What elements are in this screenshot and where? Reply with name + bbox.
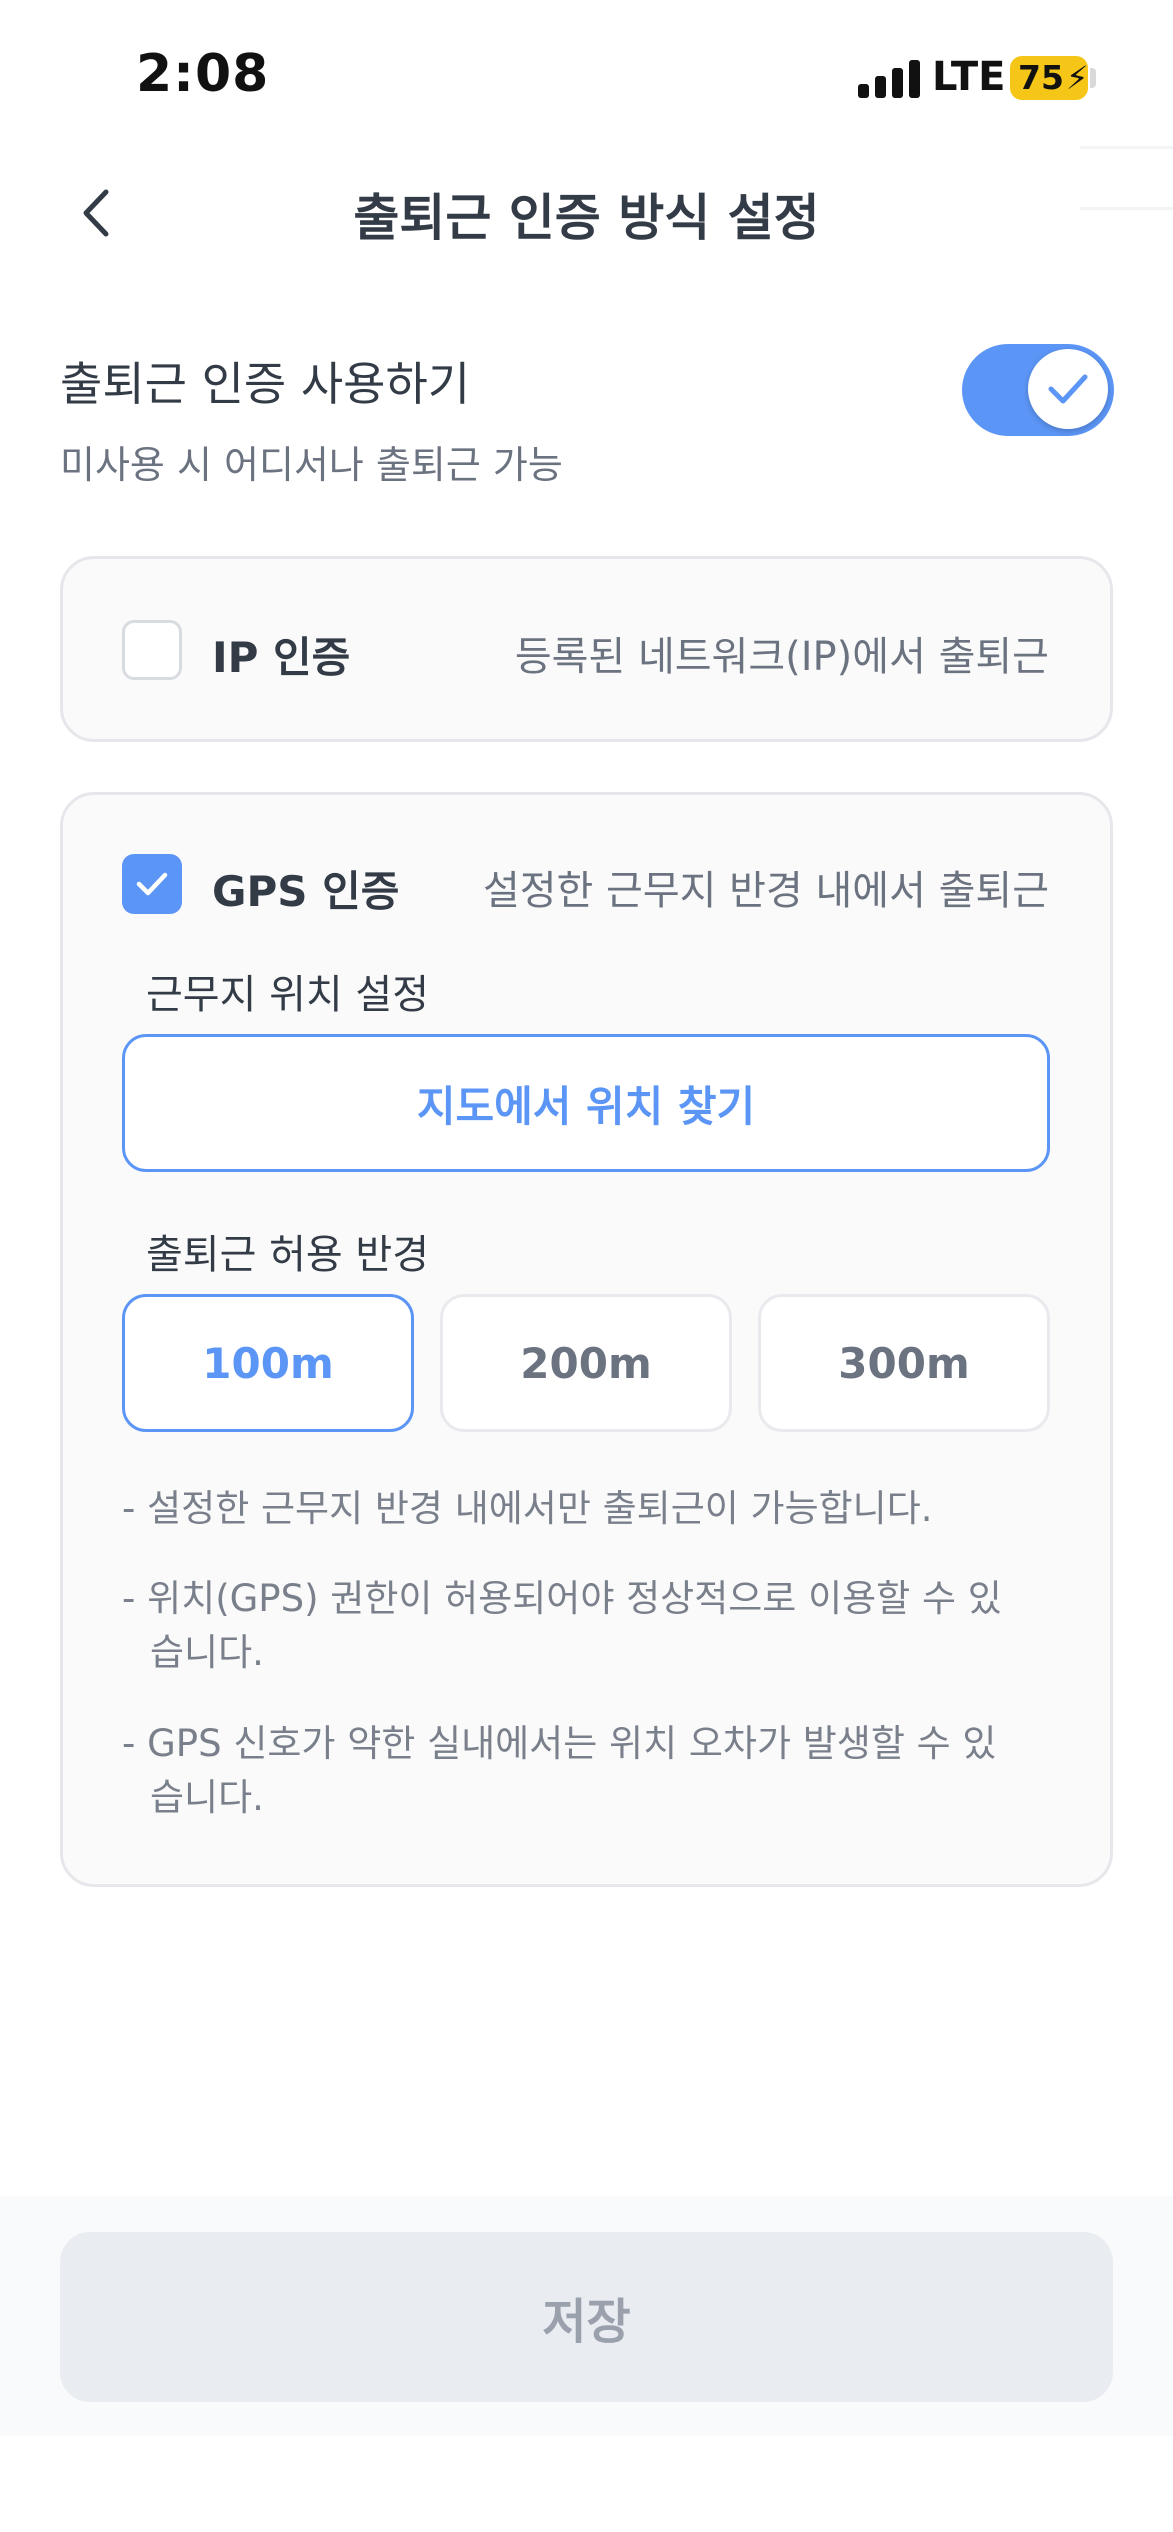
auth-toggle-description: 미사용 시 어디서나 출퇴근 가능 bbox=[60, 443, 563, 487]
toggle-knob bbox=[1028, 349, 1108, 429]
network-label: LTE bbox=[932, 54, 1006, 100]
gps-note-text: - 설정한 근무지 반경 내에서만 출퇴근이 가능합니다. bbox=[122, 1487, 933, 1530]
save-button[interactable]: 저장 bbox=[60, 2232, 1113, 2402]
battery-cap bbox=[1090, 68, 1096, 88]
signal-icon bbox=[858, 60, 920, 98]
gps-note: - 설정한 근무지 반경 내에서만 출퇴근이 가능합니다. bbox=[122, 1482, 1022, 1536]
work-location-label: 근무지 위치 설정 bbox=[146, 972, 430, 1018]
auth-toggle-title: 출퇴근 인증 사용하기 bbox=[60, 357, 471, 411]
charging-icon: ⚡ bbox=[1066, 59, 1089, 97]
auth-toggle-switch[interactable] bbox=[962, 344, 1114, 436]
radius-option-300m[interactable]: 300m bbox=[758, 1294, 1050, 1432]
gps-auth-description: 설정한 근무지 반경 내에서 출퇴근 bbox=[482, 868, 1049, 914]
check-icon bbox=[136, 872, 168, 896]
gps-auth-checkbox[interactable] bbox=[122, 854, 182, 914]
gps-note-text: - GPS 신호가 약한 실내에서는 위치 오차가 발생할 수 있습니다. bbox=[122, 1722, 997, 1819]
find-location-on-map-button[interactable]: 지도에서 위치 찾기 bbox=[122, 1034, 1050, 1172]
radius-option-100m[interactable]: 100m bbox=[122, 1294, 414, 1432]
gps-note: - GPS 신호가 약한 실내에서는 위치 오차가 발생할 수 있습니다. bbox=[122, 1717, 1002, 1825]
status-time: 2:08 bbox=[136, 44, 270, 104]
check-icon bbox=[1048, 374, 1088, 404]
battery-icon: 75 ⚡ bbox=[1010, 56, 1088, 100]
battery-level: 75 bbox=[1018, 58, 1064, 97]
page-title: 출퇴근 인증 방식 설정 bbox=[353, 189, 820, 247]
radius-option-200m[interactable]: 200m bbox=[440, 1294, 732, 1432]
ip-auth-label: IP 인증 bbox=[212, 633, 351, 682]
allowed-radius-label: 출퇴근 허용 반경 bbox=[146, 1232, 430, 1278]
ip-auth-checkbox[interactable] bbox=[122, 620, 182, 680]
gps-auth-label: GPS 인증 bbox=[212, 867, 400, 916]
gps-note-text: - 위치(GPS) 권한이 허용되어야 정상적으로 이용할 수 있습니다. bbox=[122, 1577, 1002, 1674]
gps-note: - 위치(GPS) 권한이 허용되어야 정상적으로 이용할 수 있습니다. bbox=[122, 1572, 1002, 1680]
ip-auth-description: 등록된 네트워크(IP)에서 출퇴근 bbox=[514, 634, 1049, 680]
